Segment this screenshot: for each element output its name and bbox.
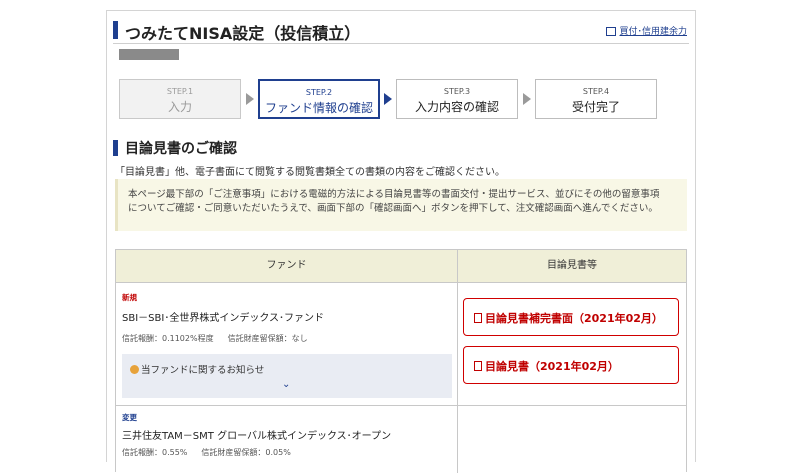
- notice-line-2: についてご確認・ご同意いただいたうえで、画面下部の「確認画面へ」ボタンを押下して…: [128, 203, 658, 214]
- supplementary-prospectus-button[interactable]: 目論見書補完書面（2021年02月）: [463, 298, 679, 336]
- row-divider: [116, 405, 686, 406]
- table-row: 変更 三井住友TAM－SMT グローバル株式インデックス･オープン 信託報酬：0…: [122, 412, 452, 458]
- page-title: つみたてNISA設定（投信積立）: [125, 24, 361, 43]
- table-row: 新規 SBI－SBI･全世界株式インデックス･ファンド 信託報酬：0.1102%…: [122, 292, 452, 344]
- buying-power-link-label: 買付･信用建余力: [619, 27, 687, 37]
- step-4-number: STEP.4: [582, 87, 610, 96]
- trust-fee: 信託報酬：0.55%: [122, 448, 188, 457]
- chevron-down-icon[interactable]: ⌄: [282, 379, 290, 390]
- notice-box: 本ページ最下部の「ご注意事項」における電磁的方法による目論見書等の書面交付・提出…: [115, 179, 687, 231]
- step-2-number: STEP.2: [305, 88, 333, 97]
- supplementary-prospectus-label: 目論見書補完書面（2021年02月）: [485, 312, 663, 325]
- step-3-label: 入力内容の確認: [414, 100, 499, 114]
- fund-news-label: 当ファンドに関するお知らせ: [141, 365, 265, 376]
- trust-fee: 信託報酬：0.1102%程度: [122, 334, 214, 343]
- buying-power-link[interactable]: 買付･信用建余力: [606, 24, 687, 37]
- step-1-label: 入力: [167, 100, 192, 114]
- redacted-account-info: [119, 49, 179, 60]
- notice-line-1: 本ページ最下部の「ご注意事項」における電磁的方法による目論見書等の書面交付・提出…: [128, 189, 660, 200]
- page-header: つみたてNISA設定（投信積立） 買付･信用建余力: [113, 19, 689, 44]
- nisa-settings-panel: つみたてNISA設定（投信積立） 買付･信用建余力 STEP.1 入力 STEP…: [106, 10, 696, 473]
- status-badge: 新規: [122, 293, 137, 302]
- title-accent-bar: [113, 21, 118, 39]
- pdf-icon: [474, 313, 482, 323]
- trust-reserve: 信託財産留保額：なし: [227, 334, 308, 343]
- column-divider: [457, 282, 458, 473]
- step-indicator: STEP.1 入力 STEP.2 ファンド情報の確認 STEP.3 入力内容の確…: [119, 79, 683, 121]
- fund-news-label-wrap: 当ファンドに関するお知らせ: [130, 362, 264, 376]
- prospectus-label-wrap: 目論見書（2021年02月）: [474, 358, 619, 374]
- step-1: STEP.1 入力: [119, 79, 241, 119]
- step-1-number: STEP.1: [166, 87, 194, 96]
- fund-news-toggle[interactable]: 当ファンドに関するお知らせ ⌄: [122, 354, 452, 398]
- fund-meta: 信託報酬：0.55% 信託財産留保額：0.05%: [122, 447, 452, 458]
- section-title: 目論見書のご確認: [125, 141, 237, 157]
- column-header-fund: ファンド: [116, 250, 458, 283]
- info-icon: [130, 365, 139, 374]
- column-header-documents: 目論見書等: [458, 250, 686, 283]
- supplementary-prospectus-label-wrap: 目論見書補完書面（2021年02月）: [474, 310, 663, 326]
- fund-name: 三井住友TAM－SMT グローバル株式インデックス･オープン: [122, 431, 392, 442]
- step-2-label: ファンド情報の確認: [264, 101, 373, 115]
- step-2: STEP.2 ファンド情報の確認: [258, 79, 380, 119]
- section-accent-bar: [113, 140, 118, 156]
- trust-reserve: 信託財産留保額：0.05%: [201, 448, 291, 457]
- step-4-label: 受付完了: [571, 100, 620, 114]
- window-icon: [606, 27, 617, 36]
- pdf-icon: [474, 361, 482, 371]
- step-arrow-icon: [384, 93, 392, 105]
- step-arrow-icon: [523, 93, 531, 105]
- section-heading: 目論見書のご確認: [113, 138, 689, 158]
- prospectus-label: 目論見書（2021年02月）: [485, 360, 619, 373]
- fund-name: SBI－SBI･全世界株式インデックス･ファンド: [122, 313, 325, 324]
- step-4: STEP.4 受付完了: [535, 79, 657, 119]
- fund-document-table: ファンド 目論見書等 新規 SBI－SBI･全世界株式インデックス･ファンド 信…: [115, 249, 687, 473]
- step-3: STEP.3 入力内容の確認: [396, 79, 518, 119]
- prospectus-button[interactable]: 目論見書（2021年02月）: [463, 346, 679, 384]
- status-badge: 変更: [122, 413, 137, 422]
- section-intro: 「目論見書」他、電子書面にて閲覧する閲覧書類全ての書類の内容をご確認ください。: [115, 167, 505, 178]
- step-3-number: STEP.3: [443, 87, 471, 96]
- fund-meta: 信託報酬：0.1102%程度 信託財産留保額：なし: [122, 333, 452, 344]
- step-arrow-icon: [246, 93, 254, 105]
